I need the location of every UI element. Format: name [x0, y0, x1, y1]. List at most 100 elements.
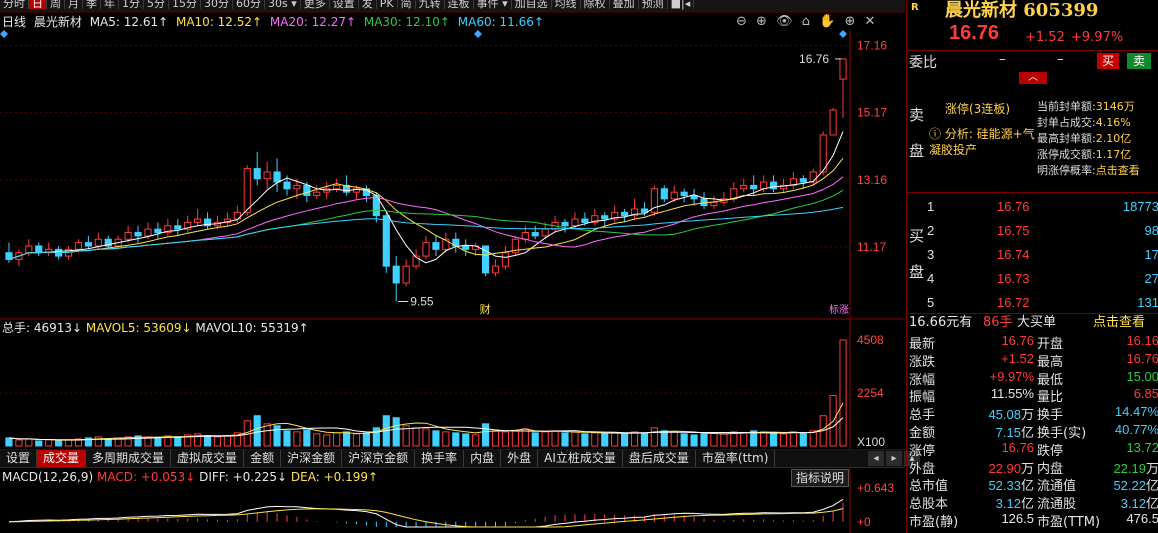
- indicator-tab[interactable]: 换手率: [415, 450, 465, 467]
- close-icon[interactable]: ✕: [865, 14, 876, 29]
- period-tab[interactable]: ■|◂: [668, 0, 695, 9]
- stat-row: 市盈(静) 126.5 市盈(TTM) 476.5: [909, 511, 1158, 530]
- period-tab[interactable]: 九转: [416, 0, 445, 9]
- stat-unit: 亿: [1020, 496, 1034, 512]
- limit-stat-value[interactable]: 点击查看: [1096, 164, 1140, 177]
- zoom-in-icon[interactable]: ⊕: [756, 14, 767, 29]
- indicator-tab[interactable]: 外盘: [501, 450, 539, 467]
- buy-price: 16.72: [997, 295, 1030, 310]
- zoom-out-icon[interactable]: ⊖: [736, 14, 747, 29]
- add-icon[interactable]: ⊕: [844, 14, 855, 29]
- hand-icon[interactable]: ✋: [819, 14, 835, 29]
- indicator-tab[interactable]: 设置: [0, 450, 38, 467]
- period-tab[interactable]: 月: [65, 0, 83, 9]
- scroll-left-icon[interactable]: ◂: [868, 451, 884, 466]
- candle-body: [392, 265, 400, 284]
- period-tab[interactable]: 年: [101, 0, 119, 9]
- indicator-tab[interactable]: 盘后成交量: [623, 450, 696, 467]
- candle-body: [531, 232, 539, 237]
- period-tab[interactable]: 事件 ▾: [474, 0, 512, 9]
- home-icon[interactable]: ⌂: [802, 14, 810, 29]
- volume-bar: [303, 429, 311, 447]
- period-tab[interactable]: 简: [398, 0, 416, 9]
- period-tab[interactable]: 更多: [301, 0, 330, 9]
- indicator-tab[interactable]: AI立桩成交量: [538, 450, 623, 467]
- stat-value: +9.97%: [990, 369, 1034, 384]
- period-toolbar: 分时日周月季年 1分 5分 15分 30分 60分 30s ▾ 更多 设置发 PK 简九转 连板 事件 …: [0, 0, 905, 13]
- big-order-link[interactable]: 点击查看: [1093, 314, 1145, 332]
- scroll-right-icon[interactable]: ▸: [886, 451, 902, 466]
- indicator-tab[interactable]: 沪深京金额: [342, 450, 416, 467]
- sell-button[interactable]: 卖: [1127, 53, 1151, 69]
- indicator-tab[interactable]: 成交量: [37, 450, 87, 467]
- macd-tick-label: +0.643: [857, 481, 894, 495]
- candle-body: [829, 109, 837, 136]
- period-tab[interactable]: 设置: [330, 0, 359, 9]
- volume-bar: [203, 435, 212, 447]
- candle-body: [809, 171, 817, 183]
- period-tab[interactable]: 连板: [445, 0, 474, 9]
- indicator-tab[interactable]: 金额: [244, 450, 282, 467]
- period-tab[interactable]: 均线: [552, 0, 581, 9]
- period-tab[interactable]: 季: [83, 0, 101, 9]
- period-tab[interactable]: 除权: [581, 0, 610, 9]
- buy-button[interactable]: 买: [1097, 53, 1119, 69]
- period-tab[interactable]: 30分: [201, 0, 233, 9]
- volume-bar: [253, 415, 261, 447]
- period-tab[interactable]: 发: [359, 0, 377, 9]
- volume-bar: [412, 427, 420, 447]
- buy-book-row[interactable]: 5 16.72 131: [927, 293, 1158, 313]
- volume-bar: [372, 427, 380, 447]
- weibi-label: 委比: [909, 55, 937, 71]
- indicator-help-button[interactable]: 指标说明: [791, 469, 849, 487]
- buy-book-row[interactable]: 2 16.75 98: [927, 221, 1158, 241]
- period-tab[interactable]: 分时: [0, 0, 29, 9]
- limit-stat-label: 最高封单额:: [1037, 132, 1096, 145]
- diff-value: DIFF: +0.225↓: [199, 470, 288, 484]
- big-order-label: 大买单: [1017, 315, 1057, 330]
- candle-body: [124, 232, 132, 240]
- period-tab[interactable]: 60分: [233, 0, 265, 9]
- period-tab[interactable]: 加自选: [512, 0, 552, 9]
- eye-icon[interactable]: 👁: [776, 14, 793, 29]
- period-tab[interactable]: PK: [377, 0, 398, 9]
- stat-number: 22.90: [988, 460, 1021, 476]
- stat-row: 涨幅 +9.97% 最低 15.00: [909, 369, 1158, 388]
- period-tab[interactable]: 1分: [119, 0, 144, 9]
- stat-value: 3.12亿: [1121, 493, 1158, 512]
- buy-book-row[interactable]: 1 16.76 18773: [927, 197, 1158, 217]
- stat-number: 3.12: [1120, 496, 1146, 512]
- buy-book-row[interactable]: 4 16.73 27: [927, 269, 1158, 289]
- candle-body: [710, 201, 718, 207]
- indicator-tab[interactable]: 多周期成交量: [86, 450, 172, 467]
- stat-value: 7.15亿: [996, 422, 1034, 441]
- collapse-button[interactable]: ︿: [1019, 72, 1047, 84]
- period-tab[interactable]: 30s ▾: [265, 0, 301, 9]
- period-tab[interactable]: 日: [29, 0, 47, 9]
- period-tab[interactable]: 预测: [639, 0, 668, 9]
- indicator-tab[interactable]: 市盈率(ttm): [696, 450, 776, 467]
- period-tab[interactable]: 周: [47, 0, 65, 9]
- volume-bar: [630, 431, 639, 447]
- stat-number: 11.55%: [990, 386, 1034, 402]
- stat-unit: 万: [1020, 407, 1034, 423]
- period-tab[interactable]: 15分: [169, 0, 201, 9]
- low-price-label: 9.55: [410, 294, 434, 308]
- indicator-tab[interactable]: 内盘: [464, 450, 502, 467]
- indicator-tab[interactable]: 虚拟成交量: [171, 450, 245, 467]
- limit-stat-row: 最高封单额:2.10亿: [1037, 130, 1158, 146]
- stat-number: 52.33: [988, 478, 1021, 494]
- indicator-tab[interactable]: 沪深金额: [281, 450, 343, 467]
- ma30-value: MA30: 12.10↑: [363, 15, 450, 29]
- buy-book-row[interactable]: 3 16.74 17: [927, 245, 1158, 265]
- stat-label: 流通值: [1037, 479, 1077, 495]
- period-tab[interactable]: 5分: [144, 0, 169, 9]
- candle-body: [174, 225, 182, 230]
- buy-level: 1: [927, 199, 935, 214]
- volume-bar: [422, 428, 430, 447]
- period-tab[interactable]: 叠加: [610, 0, 639, 9]
- stat-label: 最高: [1037, 354, 1064, 370]
- stat-row: 最新 16.76 开盘 16.16: [909, 333, 1158, 352]
- indicator-tabs: 设置 成交量 多周期成交量 虚拟成交量 金额 沪深金额 沪深京金额 换手率 内盘 外盘 AI立桩成交…: [0, 449, 905, 468]
- high-price-label: 16.76: [799, 52, 829, 66]
